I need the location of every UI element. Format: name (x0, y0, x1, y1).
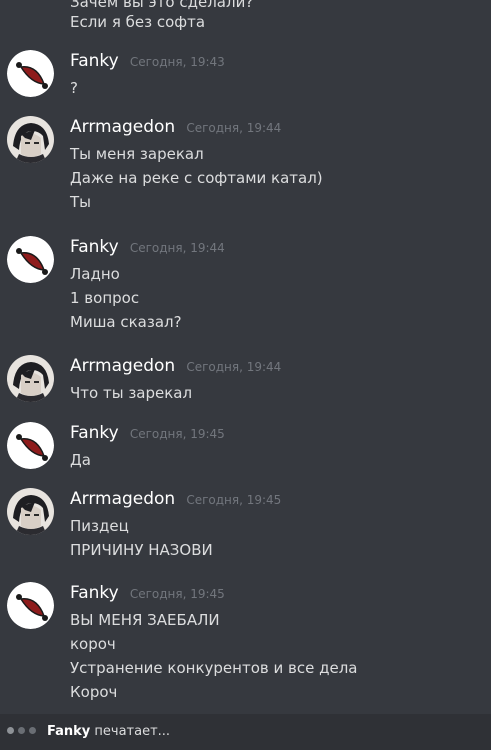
username[interactable]: Arrmagedon (70, 117, 175, 137)
message-line: Ты (70, 193, 92, 211)
arrmagedon-avatar-icon (7, 355, 54, 402)
message-content: Пиздец ПРИЧИНУ НАЗОВИ (70, 514, 213, 562)
message-line: Миша сказал? (70, 313, 182, 331)
username[interactable]: Fanky (70, 583, 119, 603)
message-line: ВЫ МЕНЯ ЗАЕБАЛИ (70, 611, 220, 629)
username[interactable]: Arrmagedon (70, 489, 175, 509)
timestamp: Сегодня, 19:45 (129, 587, 225, 601)
avatar[interactable] (7, 488, 54, 535)
message-header: Fanky Сегодня, 19:43 (70, 50, 225, 74)
message-line: короч (70, 635, 116, 653)
fanky-avatar-icon (7, 582, 54, 629)
message-header: Fanky Сегодня, 19:44 (70, 236, 225, 260)
avatar[interactable] (7, 355, 54, 402)
message-header: Arrmagedon Сегодня, 19:44 (70, 116, 281, 140)
timestamp: Сегодня, 19:45 (129, 427, 225, 441)
typing-indicator: Fanky печатает... (0, 714, 491, 750)
message-line: 1 вопрос (70, 289, 140, 307)
message-header: Arrmagedon Сегодня, 19:45 (70, 488, 281, 512)
typing-dot (18, 727, 25, 734)
message-line: Короч (70, 683, 118, 701)
message-line: Даже на реке с софтами катал) (70, 169, 323, 187)
username[interactable]: Fanky (70, 51, 119, 71)
message-header: Fanky Сегодня, 19:45 (70, 422, 225, 446)
message-line: Если я без софта (70, 13, 206, 31)
arrmagedon-avatar-icon (7, 116, 54, 163)
message-line: Пиздец (70, 517, 129, 535)
message-line: Устранение конкурентов и все дела (70, 659, 358, 677)
message-content: Ты меня зарекал Даже на реке с софтами к… (70, 142, 323, 214)
timestamp: Сегодня, 19:45 (186, 493, 282, 507)
typing-status: печатает... (94, 724, 171, 739)
typing-username: Fanky (47, 724, 91, 739)
fanky-avatar-icon (7, 422, 54, 469)
avatar[interactable] (7, 582, 54, 629)
timestamp: Сегодня, 19:44 (186, 360, 282, 374)
message-content: Да (70, 448, 91, 472)
chat-messages: Зачем вы это сделали? Если я без софта F… (0, 0, 491, 714)
message-line: ? (70, 79, 78, 97)
avatar[interactable] (7, 116, 54, 163)
message-header: Fanky Сегодня, 19:45 (70, 582, 225, 606)
message-header: Arrmagedon Сегодня, 19:44 (70, 355, 281, 379)
message-line: Что ты зарекал (70, 384, 193, 402)
username[interactable]: Fanky (70, 237, 119, 257)
avatar[interactable] (7, 236, 54, 283)
typing-dot (7, 727, 14, 734)
message-line: Да (70, 451, 91, 469)
message-content: ? (70, 76, 78, 100)
timestamp: Сегодня, 19:43 (129, 55, 225, 69)
fanky-avatar-icon (7, 236, 54, 283)
message-line: Ты меня зарекал (70, 145, 204, 163)
typing-dots-icon (7, 727, 36, 734)
arrmagedon-avatar-icon (7, 488, 54, 535)
typing-text: Fanky печатает... (47, 722, 170, 742)
timestamp: Сегодня, 19:44 (186, 121, 282, 135)
username[interactable]: Arrmagedon (70, 356, 175, 376)
message-line: ПРИЧИНУ НАЗОВИ (70, 541, 213, 559)
typing-dot (29, 727, 36, 734)
avatar[interactable] (7, 422, 54, 469)
message-content: ВЫ МЕНЯ ЗАЕБАЛИ короч Устранение конкуре… (70, 608, 357, 704)
fanky-avatar-icon (7, 50, 54, 97)
message-content: Ладно 1 вопрос Миша сказал? (70, 262, 182, 334)
username[interactable]: Fanky (70, 423, 119, 443)
message-line: Ладно (70, 265, 120, 283)
message-content: Что ты зарекал (70, 381, 192, 405)
avatar[interactable] (7, 50, 54, 97)
timestamp: Сегодня, 19:44 (129, 241, 225, 255)
